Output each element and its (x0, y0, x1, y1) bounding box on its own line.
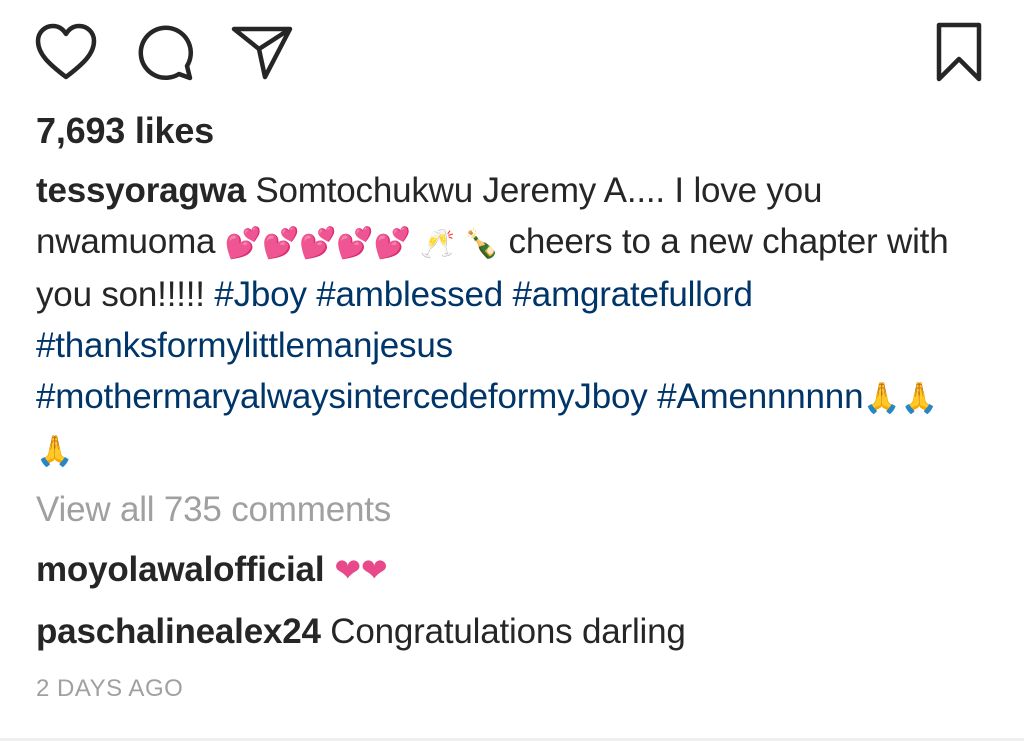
hashtag-link[interactable]: #thanksformylittlemanjesus (36, 326, 453, 365)
champagne-bottle-emoji: 🍾 (464, 227, 500, 260)
two-hearts-emoji: 💕💕💕💕💕 (224, 226, 411, 261)
save-button[interactable] (927, 20, 991, 84)
post-caption: tessyoragwa Somtochukwu Jeremy A.... I l… (36, 165, 966, 477)
hashtag-link[interactable]: #amblessed (316, 275, 503, 314)
post-action-bar (0, 0, 1024, 100)
comment-button[interactable] (133, 20, 197, 84)
like-button[interactable] (34, 20, 98, 84)
share-button[interactable] (230, 20, 294, 84)
comment-bubble-icon (138, 25, 193, 81)
likes-count[interactable]: 7,693 likes (36, 110, 214, 152)
hashtag-link[interactable]: #mothermaryalwaysintercedeformyJboy (36, 377, 648, 416)
comment-item: moyolawalofficial ❤❤ (36, 550, 388, 590)
post-timestamp: 2 DAYS AGO (36, 675, 184, 702)
comment-text: Congratulations darling (320, 612, 686, 651)
comment-text: ❤❤ (324, 551, 388, 589)
bookmark-outline-icon (936, 22, 982, 82)
clinking-glasses-emoji: 🥂 (420, 227, 455, 260)
hashtag-link[interactable]: #Jboy (214, 275, 307, 314)
hashtag-link[interactable]: #amgratefullord (513, 275, 753, 314)
comment-item: paschalinealex24 Congratulations darling (36, 612, 686, 652)
view-all-comments-link[interactable]: View all 735 comments (36, 490, 391, 530)
hashtag-link[interactable]: #Amennnnnn (657, 377, 863, 416)
heart-outline-icon (35, 23, 97, 80)
paper-plane-icon (231, 26, 293, 80)
caption-username[interactable]: tessyoragwa (36, 171, 246, 210)
comment-username[interactable]: paschalinealex24 (36, 612, 321, 651)
comment-username[interactable]: moyolawalofficial (36, 550, 325, 589)
